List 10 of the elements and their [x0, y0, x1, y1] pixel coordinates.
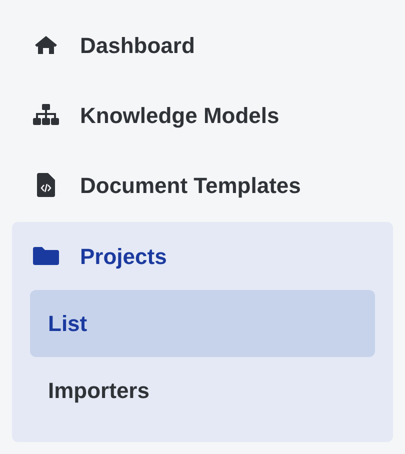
code-file-icon	[37, 173, 55, 197]
sidebar-item[interactable]: Document Templates	[12, 150, 393, 220]
submenu-item[interactable]: Importers	[30, 357, 375, 424]
sitemap-icon	[33, 104, 59, 126]
submenu-item[interactable]: List	[30, 290, 375, 357]
folder-icon	[33, 246, 59, 266]
sidebar-item[interactable]: Dashboard	[12, 10, 393, 80]
home-icon	[34, 35, 58, 55]
sidebar-item[interactable]: Knowledge Models	[12, 80, 393, 150]
sidebar-item[interactable]: Projects	[12, 222, 393, 290]
